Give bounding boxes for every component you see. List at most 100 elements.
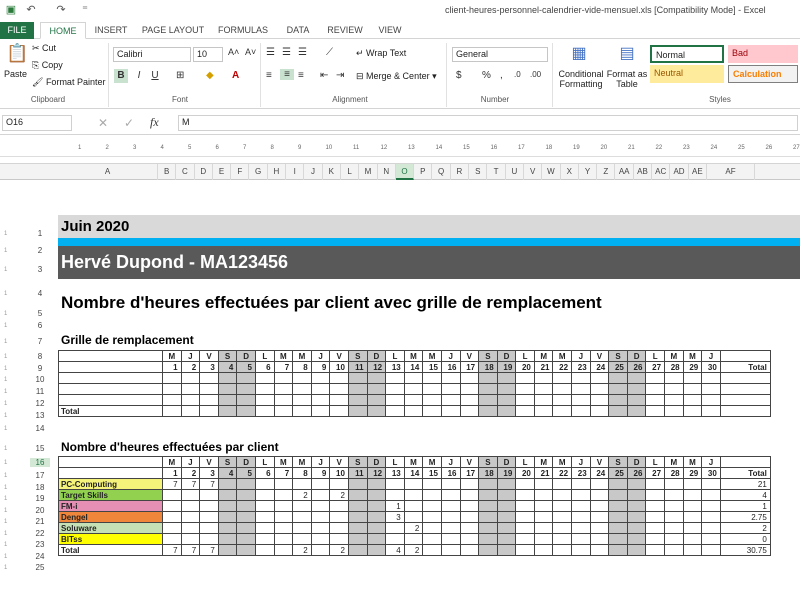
hours-cell[interactable]	[664, 478, 684, 490]
align-middle-icon[interactable]: ☰	[282, 47, 291, 58]
hours-cell[interactable]	[422, 394, 442, 406]
total-label-cell[interactable]: Total	[58, 405, 163, 417]
hours-cell[interactable]	[645, 489, 666, 501]
weekday-cell[interactable]: M	[682, 350, 703, 362]
day-number-cell[interactable]: 11	[347, 361, 368, 373]
hours-cell[interactable]	[254, 405, 275, 417]
day-number-cell[interactable]: 30	[701, 467, 721, 479]
hours-cell[interactable]	[664, 372, 684, 384]
weekday-cell[interactable]: J	[571, 350, 591, 362]
hours-cell[interactable]	[682, 394, 703, 406]
hours-cell[interactable]	[533, 394, 554, 406]
hours-cell[interactable]	[626, 533, 647, 545]
hours-cell[interactable]	[385, 533, 405, 545]
hours-cell[interactable]	[366, 544, 387, 556]
comma-button[interactable]: ,	[500, 70, 503, 81]
weekday-cell[interactable]: D	[626, 350, 647, 362]
day-number-cell[interactable]: 1	[162, 361, 182, 373]
day-number-cell[interactable]: 10	[329, 467, 349, 479]
weekday-cell[interactable]: L	[254, 456, 275, 468]
weekday-cell[interactable]: D	[236, 350, 256, 362]
hours-cell[interactable]	[682, 372, 703, 384]
column-header[interactable]: K	[323, 164, 341, 180]
hours-cell[interactable]	[589, 500, 610, 512]
column-header[interactable]: V	[524, 164, 543, 180]
row-total-cell[interactable]	[719, 383, 771, 395]
hours-cell[interactable]	[552, 544, 573, 556]
redo-icon[interactable]: ↷	[54, 3, 68, 17]
hours-cell[interactable]	[608, 489, 628, 501]
weekday-cell[interactable]: J	[180, 350, 201, 362]
day-number-cell[interactable]: 22	[552, 467, 573, 479]
hours-cell[interactable]	[533, 383, 554, 395]
hours-cell[interactable]	[366, 383, 387, 395]
hours-cell[interactable]	[664, 394, 684, 406]
hours-cell[interactable]	[236, 489, 256, 501]
day-number-cell[interactable]: 28	[664, 467, 684, 479]
row-header[interactable]: 7	[30, 337, 50, 346]
column-header[interactable]: L	[341, 164, 360, 180]
hours-cell[interactable]	[478, 533, 498, 545]
hours-cell[interactable]	[310, 372, 331, 384]
hours-cell[interactable]	[552, 405, 573, 417]
hours-cell[interactable]	[701, 489, 721, 501]
hours-cell[interactable]	[162, 383, 182, 395]
hours-cell[interactable]	[478, 405, 498, 417]
hours-cell[interactable]	[533, 511, 554, 523]
weekday-cell[interactable]: J	[440, 350, 461, 362]
weekday-cell[interactable]: S	[347, 456, 368, 468]
day-number-cell[interactable]: 27	[645, 467, 666, 479]
hours-cell[interactable]	[217, 522, 238, 534]
italic-button[interactable]: I	[132, 69, 146, 83]
hours-cell[interactable]	[496, 383, 517, 395]
column-header[interactable]: T	[487, 164, 506, 180]
hours-cell[interactable]	[217, 489, 238, 501]
style-neutral[interactable]: Neutral	[650, 65, 724, 83]
hours-cell[interactable]	[310, 511, 331, 523]
weekday-cell[interactable]: M	[403, 456, 424, 468]
hours-cell[interactable]	[162, 511, 182, 523]
merge-center-button[interactable]: ⊟ Merge & Center ▾	[356, 71, 437, 82]
hours-cell[interactable]	[626, 383, 647, 395]
column-header[interactable]: H	[268, 164, 287, 180]
hours-cell[interactable]	[459, 405, 480, 417]
hours-cell[interactable]	[366, 533, 387, 545]
day-number-cell[interactable]: 23	[571, 467, 591, 479]
blank-cell[interactable]	[719, 456, 771, 468]
hours-cell[interactable]	[645, 533, 666, 545]
hours-cell[interactable]	[608, 511, 628, 523]
hours-cell[interactable]	[533, 372, 554, 384]
client-name-cell[interactable]: Dengel	[58, 511, 163, 523]
hours-cell[interactable]	[645, 405, 666, 417]
weekday-cell[interactable]: M	[682, 456, 703, 468]
row-header[interactable]: 5	[30, 309, 50, 318]
hours-cell[interactable]	[478, 394, 498, 406]
day-number-cell[interactable]: 12	[366, 361, 387, 373]
column-header[interactable]: R	[451, 164, 470, 180]
hours-cell[interactable]	[199, 372, 219, 384]
hours-cell[interactable]	[440, 533, 461, 545]
hours-cell[interactable]	[701, 372, 721, 384]
hours-cell[interactable]	[236, 383, 256, 395]
weekday-cell[interactable]: M	[422, 456, 442, 468]
weekday-cell[interactable]: J	[440, 456, 461, 468]
row-total-cell[interactable]	[719, 372, 771, 384]
weekday-cell[interactable]: V	[589, 456, 610, 468]
hours-cell[interactable]	[515, 372, 535, 384]
hours-cell[interactable]	[310, 394, 331, 406]
hours-cell[interactable]	[310, 478, 331, 490]
hours-cell[interactable]	[292, 511, 312, 523]
column-header[interactable]: Z	[597, 164, 616, 180]
hours-cell[interactable]: 7	[180, 544, 201, 556]
hours-cell[interactable]	[515, 544, 535, 556]
day-number-cell[interactable]: 16	[440, 467, 461, 479]
hours-cell[interactable]	[626, 372, 647, 384]
day-number-cell[interactable]: 13	[385, 361, 405, 373]
decrease-indent-icon[interactable]: ⇤	[320, 70, 328, 81]
hours-cell[interactable]	[403, 489, 424, 501]
client-name-cell[interactable]: BITss	[58, 533, 163, 545]
day-number-cell[interactable]: 24	[589, 361, 610, 373]
hours-cell[interactable]	[459, 511, 480, 523]
hours-cell[interactable]	[422, 405, 442, 417]
hours-cell[interactable]: 7	[162, 478, 182, 490]
